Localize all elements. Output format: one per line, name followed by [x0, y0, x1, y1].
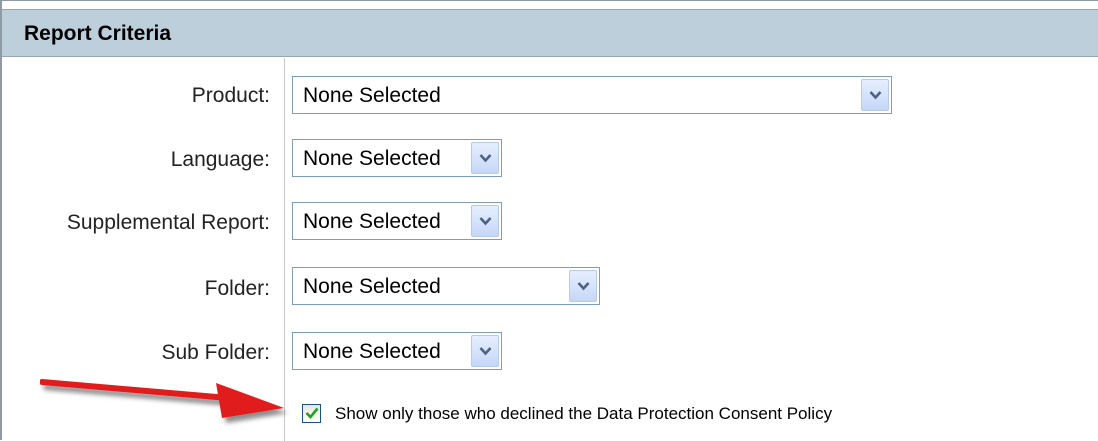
supplemental-report-select[interactable]: None Selected — [292, 202, 502, 240]
panel-header: Report Criteria — [2, 9, 1098, 57]
chevron-down-icon — [869, 91, 882, 100]
declined-consent-label[interactable]: Show only those who declined the Data Pr… — [335, 404, 832, 424]
language-label: Language: — [170, 148, 270, 171]
chevron-down-icon — [479, 217, 492, 226]
red-arrow-icon — [40, 379, 284, 418]
sub-folder-select-value: None Selected — [303, 340, 441, 363]
folder-select[interactable]: None Selected — [292, 267, 600, 305]
product-select-value: None Selected — [303, 84, 441, 107]
checkmark-icon — [305, 407, 319, 419]
language-select-value: None Selected — [303, 147, 441, 170]
sub-folder-label: Sub Folder: — [161, 341, 270, 364]
folder-select-value: None Selected — [303, 275, 441, 298]
panel-title: Report Criteria — [24, 22, 172, 45]
product-dropdown-button[interactable] — [861, 79, 889, 111]
sub-folder-dropdown-button[interactable] — [471, 335, 499, 367]
declined-consent-checkbox[interactable] — [302, 404, 321, 423]
folder-dropdown-button[interactable] — [569, 270, 597, 302]
language-select[interactable]: None Selected — [292, 139, 502, 177]
product-label: Product: — [191, 84, 270, 107]
product-select[interactable]: None Selected — [292, 76, 892, 114]
language-dropdown-button[interactable] — [471, 142, 499, 174]
supplemental-report-label: Supplemental Report: — [66, 211, 270, 234]
supplemental-report-dropdown-button[interactable] — [471, 205, 499, 237]
chevron-down-icon — [479, 347, 492, 356]
supplemental-report-select-value: None Selected — [303, 210, 441, 233]
chevron-down-icon — [577, 282, 590, 291]
chevron-down-icon — [479, 154, 492, 163]
sub-folder-select[interactable]: None Selected — [292, 332, 502, 370]
folder-label: Folder: — [204, 277, 270, 300]
